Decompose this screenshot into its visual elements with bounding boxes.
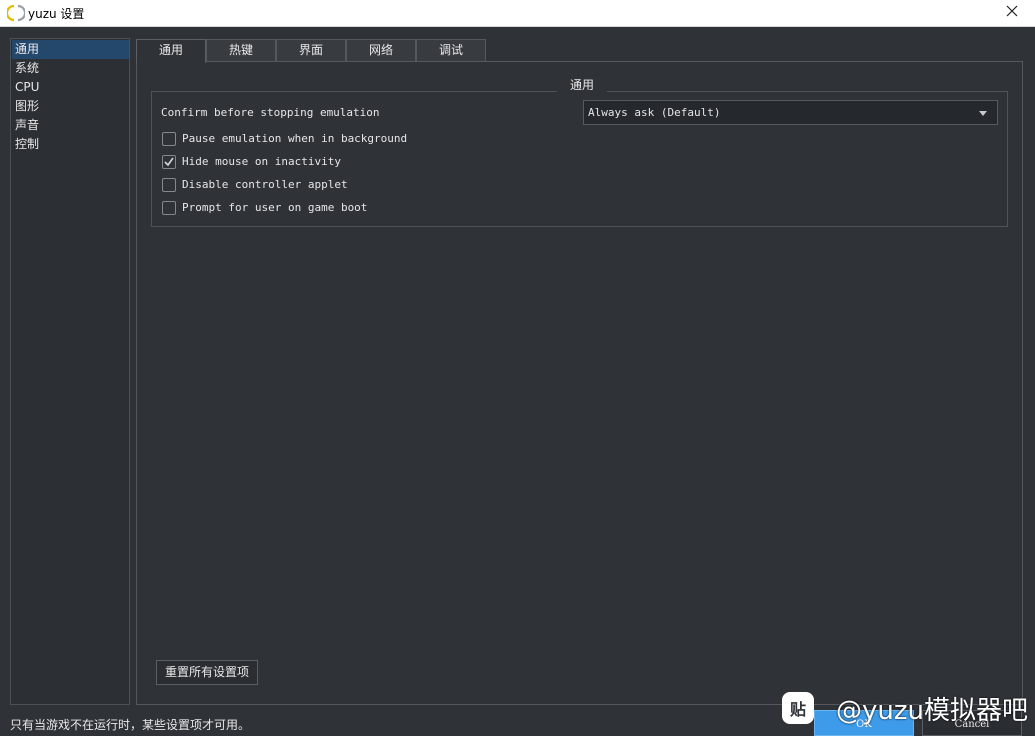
groupbox-title: 通用 — [557, 76, 607, 94]
yuzu-logo-icon — [5, 4, 27, 22]
tab-ui[interactable]: 界面 — [276, 39, 346, 62]
disable-controller-applet-checkbox[interactable] — [162, 178, 176, 192]
hide-mouse-checkbox[interactable] — [162, 155, 176, 169]
sidebar-item-graphics[interactable]: 图形 — [12, 97, 129, 116]
tab-general[interactable]: 通用 — [136, 39, 206, 63]
checkmark-icon — [164, 157, 174, 167]
tab-hotkeys[interactable]: 热键 — [206, 39, 276, 62]
category-list: 通用 系统 CPU 图形 声音 控制 — [10, 38, 130, 705]
close-button[interactable] — [989, 0, 1035, 26]
watermark-text: @yuzu模拟器吧 — [836, 695, 1028, 726]
tab-debug[interactable]: 调试 — [416, 39, 486, 62]
confirm-stop-label: Confirm before stopping emulation — [161, 106, 380, 119]
prompt-user-checkbox[interactable] — [162, 201, 176, 215]
sidebar-item-cpu[interactable]: CPU — [12, 78, 129, 97]
pause-in-background-checkbox[interactable] — [162, 132, 176, 146]
chevron-down-icon — [979, 111, 987, 116]
close-icon — [1006, 4, 1018, 22]
sidebar-item-general[interactable]: 通用 — [12, 40, 129, 59]
dropdown-selected-value: Always ask (Default) — [588, 106, 721, 119]
watermark: 贴 @yuzu模拟器吧 — [782, 690, 1028, 726]
window-title: yuzu 设置 — [28, 7, 85, 21]
disable-controller-applet-label: Disable controller applet — [182, 178, 348, 191]
sidebar-item-audio[interactable]: 声音 — [12, 116, 129, 135]
sidebar-item-system[interactable]: 系统 — [12, 59, 129, 78]
prompt-user-label: Prompt for user on game boot — [182, 201, 368, 214]
pause-in-background-label: Pause emulation when in background — [182, 132, 408, 145]
tieba-logo-icon: 贴 — [782, 692, 814, 724]
tab-network[interactable]: 网络 — [346, 39, 416, 62]
reset-all-settings-button[interactable]: 重置所有设置项 — [156, 660, 258, 685]
title-bar: yuzu 设置 — [0, 0, 1035, 27]
sidebar-item-controls[interactable]: 控制 — [12, 135, 129, 154]
hide-mouse-label: Hide mouse on inactivity — [182, 155, 341, 168]
status-message: 只有当游戏不在运行时，某些设置项才可用。 — [10, 718, 251, 732]
confirm-stop-dropdown[interactable]: Always ask (Default) — [583, 100, 998, 125]
